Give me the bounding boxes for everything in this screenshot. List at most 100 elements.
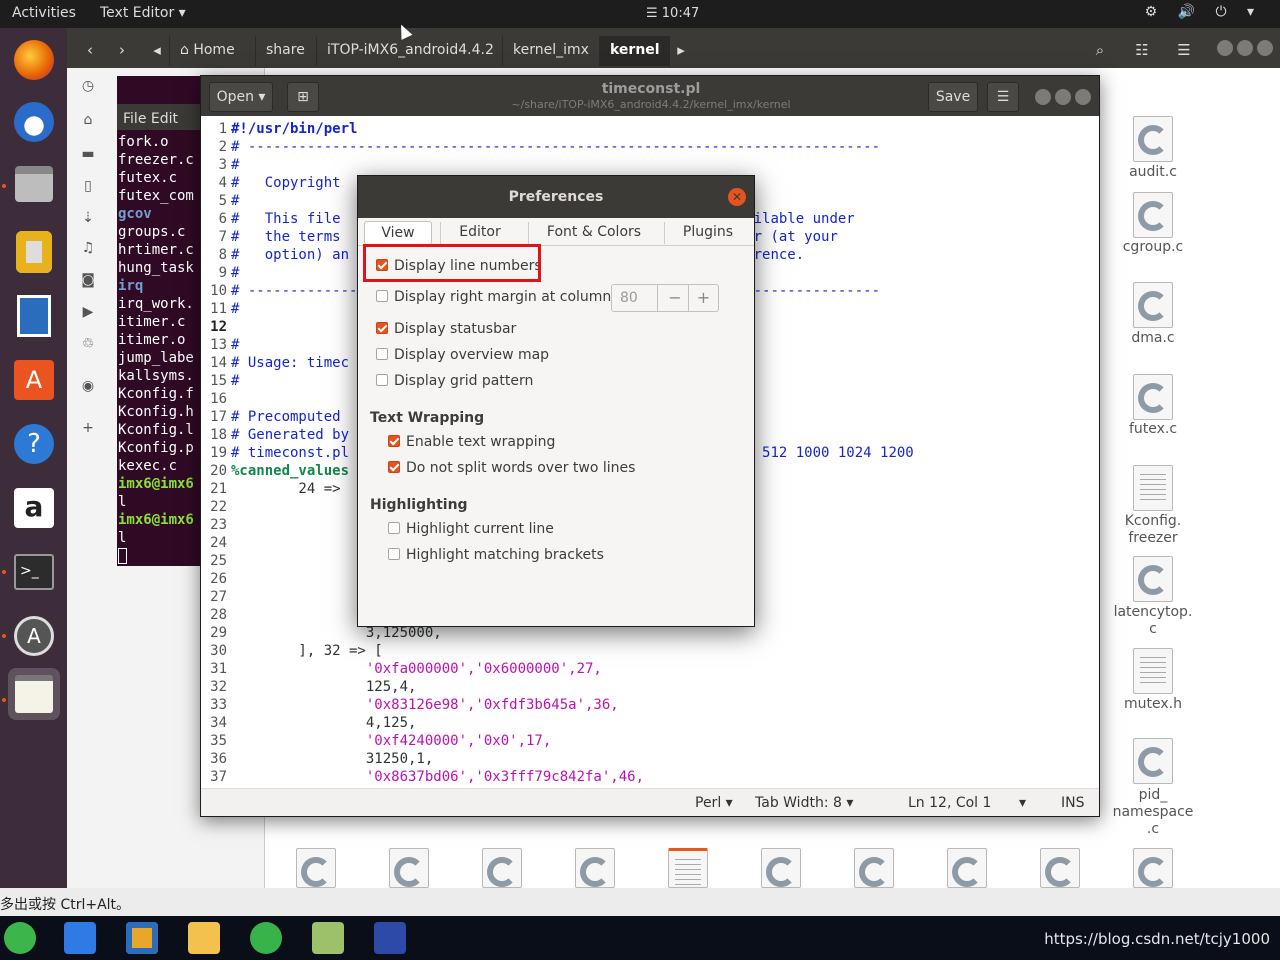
help-icon[interactable]: ? — [8, 418, 60, 470]
thunderbird-icon[interactable] — [8, 96, 60, 148]
code-line[interactable]: 13 # — [201, 336, 239, 354]
highlight-matching-brackets-checkbox[interactable] — [388, 548, 400, 560]
open-button[interactable]: Open ▾ — [209, 82, 273, 112]
disc-icon[interactable]: ◉ — [79, 378, 97, 394]
code-line[interactable]: 3 # — [201, 156, 240, 174]
trash-icon[interactable]: ♲ — [79, 336, 97, 352]
code-line[interactable]: 30 ], 32 => [ — [201, 642, 383, 660]
code-line[interactable]: 5 # — [201, 192, 240, 210]
c-file-icon[interactable] — [296, 848, 336, 888]
path-left-icon[interactable]: ◂ — [147, 36, 167, 64]
code-line[interactable]: 33 '0x83126e98','0xfdf3b645a',36, — [201, 696, 619, 714]
code-line[interactable]: 16 — [201, 390, 231, 408]
vmware-icon[interactable] — [126, 922, 158, 954]
increment-button[interactable]: + — [688, 285, 718, 311]
code-line[interactable]: 25 — [201, 552, 231, 570]
display-overview-map-checkbox[interactable] — [376, 348, 388, 360]
file-label[interactable]: cgroup.c — [1108, 239, 1198, 256]
code-line[interactable]: 9 # — [201, 264, 240, 282]
c-file-icon[interactable] — [1133, 848, 1173, 888]
path-kernel[interactable]: kernel — [599, 36, 670, 66]
clock[interactable]: ☰ 10:47 — [646, 6, 699, 21]
minimize-button[interactable] — [1217, 40, 1233, 56]
file-label[interactable]: mutex.h — [1108, 696, 1198, 713]
code-line[interactable]: 23 — [201, 516, 231, 534]
home-icon[interactable]: ⌂ — [79, 112, 97, 128]
code-line[interactable]: 1 #!/usr/bin/perl — [201, 120, 358, 138]
back-icon[interactable]: ‹ — [75, 36, 105, 64]
file-label[interactable]: audit.c — [1108, 164, 1198, 181]
right-margin-stepper[interactable]: 80 − + — [611, 284, 719, 312]
tab-font-colors[interactable]: Font & Colors — [530, 221, 658, 245]
highlight-current-line-option[interactable]: Highlight current line — [388, 519, 554, 539]
code-line[interactable]: 24 — [201, 534, 231, 552]
app-menu[interactable]: Text Editor ▾ — [100, 5, 186, 21]
decrement-button[interactable]: − — [660, 285, 690, 311]
new-tab-icon[interactable]: ⊞ — [287, 82, 319, 112]
path-share[interactable]: share — [255, 36, 315, 66]
code-line[interactable]: 21 24 => — [201, 480, 340, 498]
code-line[interactable]: 35 '0xf4240000','0x0',17, — [201, 732, 551, 750]
c-file-icon[interactable] — [1133, 192, 1173, 238]
hamburger-menu-icon[interactable]: ☰ — [987, 82, 1019, 112]
maximize-button[interactable] — [1237, 40, 1253, 56]
file-label[interactable]: Kconfig. freezer — [1108, 513, 1198, 547]
language-selector[interactable]: Perl ▾ — [695, 795, 733, 811]
c-file-icon[interactable] — [1133, 116, 1173, 162]
tab-view[interactable]: View — [364, 221, 432, 245]
header-file-icon[interactable] — [1133, 648, 1173, 694]
view-options-icon[interactable]: ☷ — [1127, 36, 1157, 64]
videos-icon[interactable]: ▶ — [79, 304, 97, 320]
code-line[interactable]: 28 — [201, 606, 231, 624]
c-file-icon[interactable] — [1133, 556, 1173, 602]
amazon-icon[interactable]: a — [8, 482, 60, 534]
wechat-icon[interactable] — [250, 922, 282, 954]
minimize-button[interactable] — [1035, 89, 1051, 105]
c-file-icon[interactable] — [1133, 374, 1173, 420]
no-split-words-checkbox[interactable] — [388, 461, 400, 473]
file-label[interactable]: pid_ namespace .c — [1108, 787, 1198, 838]
no-split-words-option[interactable]: Do not split words over two lines — [388, 458, 635, 478]
tab-plugins[interactable]: Plugins — [666, 221, 750, 245]
enable-text-wrapping-checkbox[interactable] — [388, 435, 400, 447]
documents-icon[interactable]: ▯ — [79, 178, 97, 194]
notepad-icon[interactable] — [312, 922, 344, 954]
terminal-icon[interactable]: >_ — [8, 546, 60, 598]
rhythmbox-icon[interactable] — [8, 226, 60, 278]
display-statusbar-option[interactable]: Display statusbar — [376, 319, 516, 339]
display-grid-pattern-option[interactable]: Display grid pattern — [376, 371, 533, 391]
pictures-icon[interactable]: ◙ — [79, 272, 97, 288]
code-line[interactable]: 22 — [201, 498, 231, 516]
code-line[interactable]: 27 — [201, 588, 231, 606]
display-right-margin-checkbox[interactable] — [376, 290, 388, 302]
display-statusbar-checkbox[interactable] — [376, 322, 388, 334]
code-line[interactable]: 32 125,4, — [201, 678, 416, 696]
c-file-icon[interactable] — [1133, 282, 1173, 328]
explorer-icon[interactable] — [188, 922, 220, 954]
highlight-matching-brackets-option[interactable]: Highlight matching brackets — [388, 545, 604, 565]
maximize-button[interactable] — [1055, 89, 1071, 105]
text-editor-icon[interactable] — [8, 668, 60, 720]
activities-button[interactable]: Activities — [12, 5, 76, 21]
tab-editor[interactable]: Editor — [442, 221, 518, 245]
path-itop[interactable]: iTOP-iMX6_android4.4.2 — [316, 36, 504, 66]
code-line[interactable]: 11 # — [201, 300, 239, 318]
tab-width-selector[interactable]: Tab Width: 8 ▾ — [755, 795, 853, 811]
c-file-icon[interactable] — [1133, 738, 1173, 784]
code-line[interactable]: 4 # Copyright — [201, 174, 341, 192]
path-home[interactable]: ⌂ Home — [169, 36, 245, 66]
text-file-icon[interactable] — [1133, 465, 1173, 511]
insert-mode[interactable]: INS — [1061, 795, 1085, 811]
close-button[interactable] — [1075, 89, 1091, 105]
software-updater-icon[interactable]: A — [8, 610, 60, 662]
code-line[interactable]: 14 # Usage: timec — [201, 354, 349, 372]
c-file-icon[interactable] — [389, 848, 429, 888]
close-button[interactable] — [1257, 40, 1273, 56]
forward-icon[interactable]: › — [107, 36, 137, 64]
right-margin-value[interactable]: 80 — [612, 285, 658, 311]
c-file-icon[interactable] — [1040, 848, 1080, 888]
position-dropdown-icon[interactable]: ▾ — [1019, 795, 1026, 811]
code-line[interactable]: 18 # Generated by — [201, 426, 349, 444]
code-line[interactable]: 2 # -------------------------------------… — [201, 138, 880, 156]
c-file-icon[interactable] — [482, 848, 522, 888]
